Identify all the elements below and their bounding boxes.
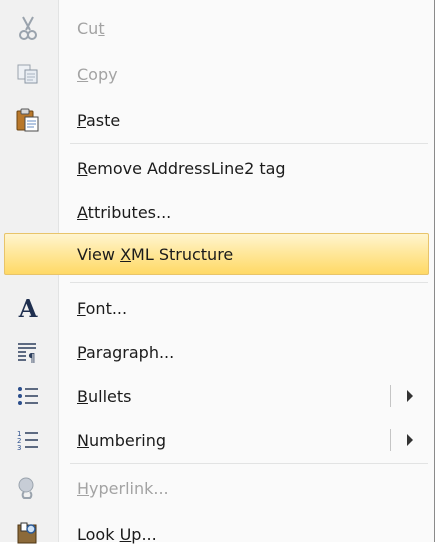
scissors-icon — [10, 10, 46, 46]
bullets-icon — [10, 378, 46, 414]
menu-item-label: Copy — [77, 64, 118, 84]
submenu-divider — [390, 429, 391, 451]
menu-item-label: Attributes... — [77, 202, 172, 222]
look-up-icon — [10, 516, 46, 552]
submenu-arrow-icon — [407, 434, 413, 446]
menu-item-hyperlink[interactable]: Hyperlink... — [0, 466, 432, 510]
svg-text:3: 3 — [17, 444, 21, 451]
font-icon: A — [18, 293, 38, 323]
menu-item-label: Cut — [77, 18, 105, 38]
menu-separator — [70, 282, 428, 283]
hyperlink-icon — [10, 470, 46, 506]
menu-item-numbering[interactable]: 1 2 3 Numbering — [0, 418, 432, 462]
menu-item-paste[interactable]: Paste — [0, 98, 432, 142]
menu-item-label: Font... — [77, 298, 128, 318]
submenu-arrow-icon — [407, 390, 413, 402]
paragraph-icon: ¶ — [10, 334, 46, 370]
submenu-divider — [390, 385, 391, 407]
menu-item-copy[interactable]: Copy — [0, 52, 432, 96]
menu-item-paragraph[interactable]: ¶ Paragraph... — [0, 330, 432, 374]
menu-item-bullets[interactable]: Bullets — [0, 374, 432, 418]
numbering-icon: 1 2 3 — [10, 422, 46, 458]
paste-icon — [10, 102, 46, 138]
menu-item-label: Hyperlink... — [77, 478, 169, 498]
menu-item-label: Remove AddressLine2 tag — [77, 158, 286, 178]
menu-item-label: Paste — [77, 110, 121, 130]
menu-item-view-xml-structure[interactable]: View XML Structure — [4, 233, 429, 275]
menu-item-attributes[interactable]: Attributes... — [0, 190, 432, 234]
menu-item-cut[interactable]: Cut — [0, 6, 432, 50]
menu-item-remove-tag[interactable]: Remove AddressLine2 tag — [0, 146, 432, 190]
context-menu: Cut Copy Paste Remove AddressLine2 tag A… — [0, 0, 435, 544]
svg-text:¶: ¶ — [28, 351, 36, 363]
menu-item-look-up[interactable]: Look Up... — [0, 512, 432, 556]
menu-item-label: Paragraph... — [77, 342, 175, 362]
menu-separator — [70, 143, 428, 144]
menu-item-label: Numbering — [77, 430, 167, 450]
menu-item-label: Bullets — [77, 386, 132, 406]
copy-icon — [10, 56, 46, 92]
menu-item-label: Look Up... — [77, 524, 157, 544]
menu-item-font[interactable]: A Font... — [0, 286, 432, 330]
menu-item-label: View XML Structure — [77, 244, 234, 264]
menu-separator — [70, 463, 428, 464]
